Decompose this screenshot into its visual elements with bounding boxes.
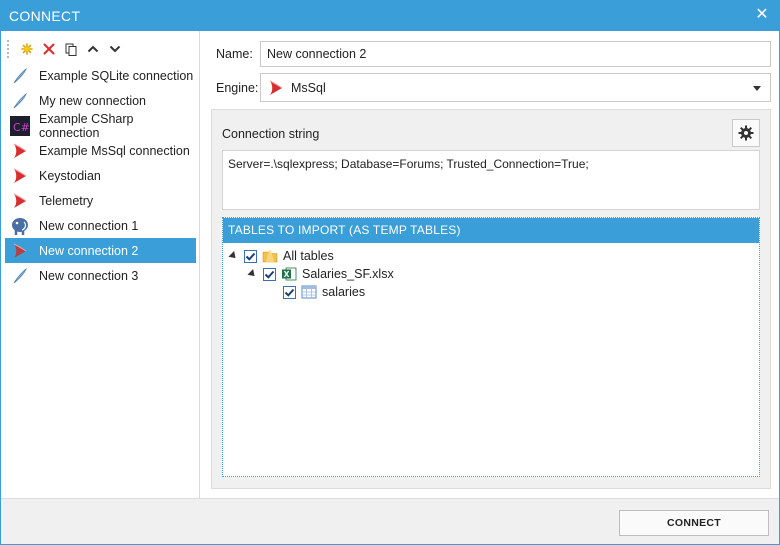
checkmark-icon [284, 288, 295, 297]
engine-label: Engine: [216, 81, 259, 95]
connection-item-new-1[interactable]: New connection 1 [5, 213, 196, 238]
dropdown-caret-icon [753, 86, 761, 91]
tables-header: TABLES TO IMPORT (AS TEMP TABLES) [223, 218, 759, 243]
connection-item-new-3[interactable]: New connection 3 [5, 263, 196, 288]
toolbar-grip [7, 40, 10, 58]
connection-label: Telemetry [39, 193, 94, 208]
checkbox-all-tables[interactable] [244, 249, 257, 263]
move-up-button[interactable] [82, 39, 104, 59]
tree-label-file: Salaries_SF.xlsx [302, 267, 394, 281]
connection-label: Keystodian [39, 168, 101, 183]
move-down-button[interactable] [104, 39, 126, 59]
red-x-icon [43, 43, 55, 55]
expand-arrow-icon[interactable] [247, 269, 258, 279]
connection-item-keystodian[interactable]: Keystodian [5, 163, 196, 188]
expand-arrow-icon[interactable] [228, 251, 239, 261]
mssql-icon [9, 140, 31, 162]
mssql-icon [9, 240, 31, 262]
copy-icon [65, 43, 77, 56]
connection-label: New connection 3 [39, 268, 139, 283]
delete-connection-button[interactable] [38, 39, 60, 59]
title-bar: CONNECT ✕ [1, 1, 779, 31]
connection-string-label: Connection string [222, 127, 320, 141]
chevron-up-icon [87, 45, 99, 53]
svg-text:C#: C# [13, 121, 30, 134]
connection-label: Example SQLite connection [39, 68, 194, 83]
tree-node-all-tables: All tables [228, 247, 334, 265]
table-icon [301, 284, 317, 300]
feather-icon [9, 265, 31, 287]
mssql-icon [9, 165, 31, 187]
dialog-title: CONNECT [9, 8, 81, 24]
connection-item-telemetry[interactable]: Telemetry [5, 188, 196, 213]
connection-item-example-sqlite[interactable]: Example SQLite connection [5, 63, 196, 88]
mssql-icon [9, 190, 31, 212]
checkmark-icon [245, 252, 256, 261]
connection-list: Example SQLite connection My new connect… [5, 63, 196, 288]
tree-node-table: salaries [283, 283, 365, 301]
connection-label: New connection 2 [39, 243, 139, 258]
connection-label: New connection 1 [39, 218, 139, 233]
connection-label: Example MsSql connection [39, 143, 190, 158]
connect-button[interactable]: CONNECT [619, 510, 769, 536]
connections-toolbar [7, 39, 126, 59]
connection-label: My new connection [39, 93, 147, 108]
chevron-down-icon [109, 45, 121, 53]
svg-text:X: X [284, 270, 290, 279]
engine-value: MsSql [291, 80, 326, 95]
connection-item-example-csharp[interactable]: C# Example CSharp connection [5, 111, 196, 140]
connection-item-new-2[interactable]: New connection 2 [5, 238, 196, 263]
tree-label-table: salaries [322, 285, 366, 299]
sparkle-icon [21, 43, 33, 55]
feather-icon [9, 90, 31, 112]
tree-node-file: X Salaries_SF.xlsx [247, 265, 394, 283]
name-label: Name: [216, 47, 253, 61]
connection-item-my-new[interactable]: My new connection [5, 88, 196, 113]
feather-icon [9, 65, 31, 87]
new-connection-button[interactable] [16, 39, 38, 59]
connections-sidebar: Example SQLite connection My new connect… [1, 31, 200, 498]
folder-icon [262, 248, 278, 264]
connection-label: Example CSharp connection [39, 111, 134, 140]
connection-string-input[interactable]: Server=.\sqlexpress; Database=Forums; Tr… [222, 150, 760, 210]
copy-connection-button[interactable] [60, 39, 82, 59]
name-input[interactable] [260, 41, 771, 67]
checkmark-icon [264, 270, 275, 279]
tables-to-import-box: TABLES TO IMPORT (AS TEMP TABLES) All ta… [222, 217, 760, 477]
checkbox-file[interactable] [263, 267, 276, 281]
checkbox-table[interactable] [283, 285, 296, 299]
csharp-icon: C# [9, 115, 31, 137]
postgres-elephant-icon [9, 215, 31, 237]
mssql-icon [267, 79, 285, 97]
connection-settings-button[interactable] [732, 119, 760, 147]
tree-label-all-tables: All tables [283, 249, 334, 263]
dialog-footer: CONNECT [1, 498, 779, 544]
excel-icon: X [281, 266, 297, 282]
connection-panel: Connection string Server=.\sqlexpress; D… [211, 109, 771, 489]
engine-select[interactable]: MsSql [260, 73, 771, 102]
close-icon[interactable]: ✕ [753, 6, 771, 24]
connect-dialog: CONNECT ✕ Example SQLite connection My n… [0, 0, 780, 545]
gear-icon [738, 125, 754, 141]
connection-item-example-mssql[interactable]: Example MsSql connection [5, 138, 196, 163]
